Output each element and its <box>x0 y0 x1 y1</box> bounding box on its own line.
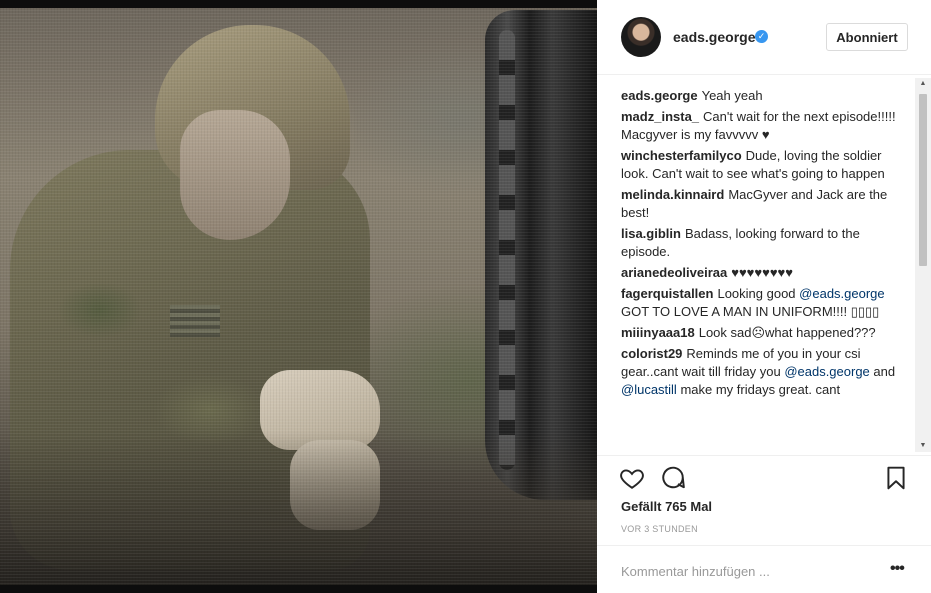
comments-scrollbar[interactable]: ▲ ▼ <box>915 78 931 452</box>
comment-text: ♥♥♥♥♥♥♥♥ <box>731 265 793 280</box>
comment-author-link[interactable]: lisa.giblin <box>621 226 681 241</box>
comment-author-link[interactable]: miiinyaaa18 <box>621 325 695 340</box>
mention-link[interactable]: @eads.george <box>799 286 884 301</box>
scroll-thumb[interactable] <box>919 94 927 266</box>
comment-text: GOT TO LOVE A MAN IN UNIFORM!!!! ▯▯▯▯ <box>621 304 880 319</box>
comment-author-link[interactable]: melinda.kinnaird <box>621 187 724 202</box>
comment-author-link[interactable]: fagerquistallen <box>621 286 713 301</box>
comment-input[interactable] <box>621 562 861 580</box>
comment-item: melinda.kinnaird MacGyver and Jack are th… <box>621 186 911 222</box>
speech-bubble-icon[interactable] <box>660 465 686 491</box>
comment-author-link[interactable]: arianedeoliveiraa <box>621 265 727 280</box>
comment-text: and <box>869 364 896 379</box>
photo-bottom-border <box>0 585 597 593</box>
bookmark-icon[interactable] <box>883 465 909 491</box>
post-photo[interactable] <box>0 0 597 593</box>
post-actions: Gefällt 765 Mal VOR 3 STUNDEN <box>597 455 931 545</box>
comment-text: Looking good <box>717 286 800 301</box>
more-options-icon[interactable]: ••• <box>890 561 905 577</box>
comment-item: arianedeoliveiraa ♥♥♥♥♥♥♥♥ <box>621 264 911 282</box>
comment-item: miiinyaaa18 Look sad☹what happened??? <box>621 324 911 342</box>
comment-text: make my fridays great. cant <box>676 382 841 397</box>
add-comment-bar: ••• <box>597 545 931 593</box>
post-sidebar: eads.george ✓ Abonniert eads.george Yeah … <box>597 0 931 593</box>
comment-author-link[interactable]: eads.george <box>621 88 698 103</box>
following-button[interactable]: Abonniert <box>826 23 908 51</box>
photo-top-border <box>0 0 597 8</box>
comment-item: eads.george Yeah yeah <box>621 87 911 105</box>
comment-author-link[interactable]: madz_insta_ <box>621 109 699 124</box>
comment-author-link[interactable]: winchesterfamilyco <box>621 148 742 163</box>
avatar[interactable] <box>621 17 661 57</box>
heart-icon[interactable] <box>619 465 645 491</box>
comments-list: eads.george Yeah yeah madz_insta_ Can't wai… <box>621 87 911 455</box>
post-timestamp[interactable]: VOR 3 STUNDEN <box>621 524 698 534</box>
verified-check-icon: ✓ <box>755 30 768 43</box>
mention-link[interactable]: @lucastill <box>621 382 677 397</box>
comment-text: Yeah yeah <box>701 88 763 103</box>
comment-item: fagerquistallen Looking good @eads.george… <box>621 285 911 321</box>
comment-author-link[interactable]: colorist29 <box>621 346 682 361</box>
comment-item: colorist29 Reminds me of you in your csi … <box>621 345 911 399</box>
post-header: eads.george ✓ Abonniert <box>597 0 931 75</box>
comment-text: Look sad☹what happened??? <box>698 325 876 340</box>
likes-count[interactable]: Gefällt 765 Mal <box>621 499 712 514</box>
mention-link[interactable]: @eads.george <box>784 364 869 379</box>
comment-item: madz_insta_ Can't wait for the next episo… <box>621 108 911 144</box>
username-link[interactable]: eads.george <box>673 29 755 45</box>
scroll-down-icon[interactable]: ▼ <box>915 440 931 452</box>
comment-item: winchesterfamilyco Dude, loving the soldi… <box>621 147 911 183</box>
scanline-overlay <box>0 0 597 593</box>
scroll-up-icon[interactable]: ▲ <box>915 78 931 90</box>
comment-item: lisa.giblin Badass, looking forward to th… <box>621 225 911 261</box>
